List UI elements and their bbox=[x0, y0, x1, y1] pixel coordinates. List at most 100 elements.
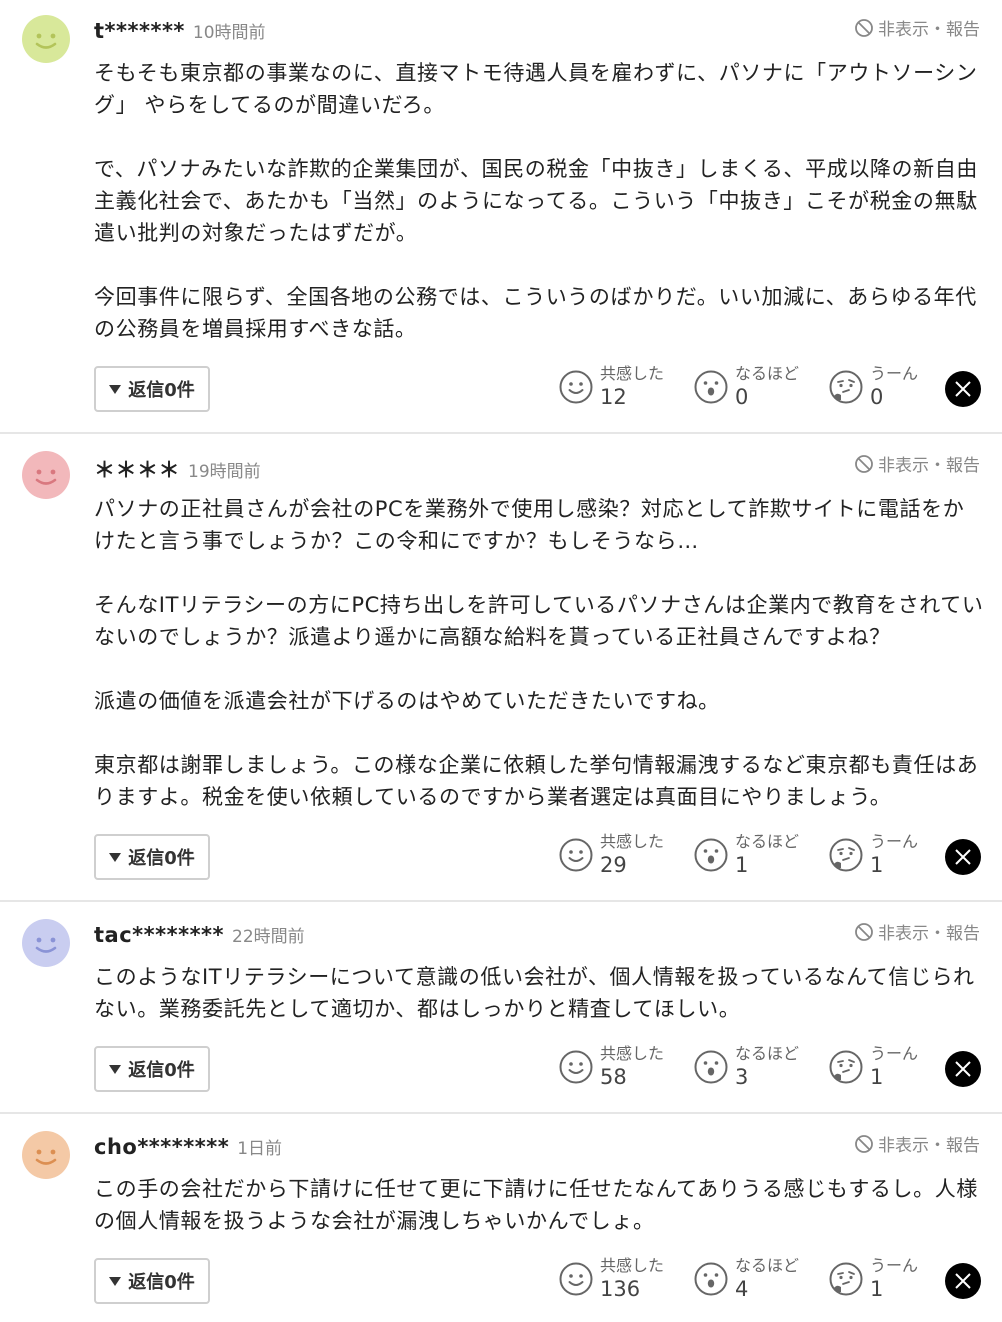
comment-paragraph: このようなITリテラシーについて意識の低い会社が、個人情報を扱っているなんて信じ… bbox=[94, 965, 975, 1021]
reaction-label: うーん bbox=[870, 1044, 919, 1063]
reaction-count: 29 bbox=[600, 853, 627, 877]
reaction-count: 0 bbox=[735, 385, 749, 409]
comment-paragraph: そもそも東京都の事業なのに、直接マトモ待遇人員を雇わずに、パソナに「アウトソーシ… bbox=[94, 61, 978, 117]
reply-toggle-button[interactable]: 返信0件 bbox=[94, 1046, 210, 1092]
comment-paragraph: この手の会社だから下請けに任せて更に下請けに任せたなんてありうる感じもするし。人… bbox=[94, 1177, 978, 1233]
comment-paragraph: パソナの正社員さんが会社のPCを業務外で使用し感染？対応として詐欺サイトに電話を… bbox=[94, 497, 965, 553]
reply-count-label: 返信0件 bbox=[128, 1272, 195, 1293]
reaction-doubt-button[interactable]: うーん 0 bbox=[828, 364, 963, 410]
reaction-count: 3 bbox=[735, 1065, 749, 1089]
x-logo-icon bbox=[955, 1061, 971, 1077]
reaction-empathy-button[interactable]: 共感した 58 bbox=[558, 1044, 693, 1090]
reaction-label: うーん bbox=[870, 1256, 919, 1275]
reaction-doubt-button[interactable]: うーん 1 bbox=[828, 832, 963, 878]
reaction-doubt-button[interactable]: うーん 1 bbox=[828, 1044, 963, 1090]
reaction-count: 58 bbox=[600, 1065, 627, 1089]
reply-toggle-button[interactable]: 返信0件 bbox=[94, 834, 210, 880]
x-logo-icon bbox=[955, 1273, 971, 1289]
comment-paragraph: 派遣の価値を派遣会社が下げるのはやめていただきたいですね。 bbox=[94, 689, 720, 713]
comment-item: cho******** 1日前 非表示・報告 この手の会社だから下請けに任せて更… bbox=[0, 1114, 1002, 1322]
reaction-count: 4 bbox=[735, 1277, 749, 1301]
reaction-empathy-button[interactable]: 共感した 29 bbox=[558, 832, 693, 878]
comment-body: パソナの正社員さんが会社のPCを業務外で使用し感染？対応として詐欺サイトに電話を… bbox=[94, 493, 984, 813]
reply-toggle-button[interactable]: 返信0件 bbox=[94, 366, 210, 412]
caret-down-icon bbox=[109, 1276, 122, 1286]
smile-icon bbox=[559, 370, 593, 404]
caret-down-icon bbox=[109, 1064, 122, 1074]
reaction-bar: 共感した 12 なるほど 0 うーん 0 bbox=[558, 364, 963, 410]
avatar bbox=[22, 919, 70, 967]
reply-count-label: 返信0件 bbox=[128, 1060, 195, 1081]
caret-down-icon bbox=[109, 384, 122, 394]
reaction-empathy-button[interactable]: 共感した 136 bbox=[558, 1256, 693, 1302]
caret-down-icon bbox=[109, 852, 122, 862]
x-logo-icon bbox=[955, 849, 971, 865]
share-x-button[interactable] bbox=[945, 1263, 981, 1299]
surprised-icon bbox=[694, 1262, 728, 1296]
surprised-icon bbox=[694, 838, 728, 872]
reaction-insight-button[interactable]: なるほど 0 bbox=[693, 364, 828, 410]
reaction-label: 共感した bbox=[600, 364, 665, 383]
reaction-doubt-button[interactable]: うーん 1 bbox=[828, 1256, 963, 1302]
comment-item: tac******** 22時間前 非表示・報告 このようなITリテラシーについ… bbox=[0, 902, 1002, 1114]
timestamp: 22時間前 bbox=[232, 927, 305, 947]
avatar bbox=[22, 451, 70, 499]
reaction-label: なるほど bbox=[735, 364, 800, 383]
reaction-empathy-button[interactable]: 共感した 12 bbox=[558, 364, 693, 410]
thinking-icon bbox=[829, 370, 863, 404]
comment-body: このようなITリテラシーについて意識の低い会社が、個人情報を扱っているなんて信じ… bbox=[94, 961, 984, 1025]
comment-paragraph: そんなITリテラシーの方にPC持ち出しを許可しているパソナさんは企業内で教育をさ… bbox=[94, 593, 984, 649]
hide-report-label: 非表示・報告 bbox=[878, 924, 980, 944]
reaction-label: 共感した bbox=[600, 832, 665, 851]
reaction-insight-button[interactable]: なるほど 4 bbox=[693, 1256, 828, 1302]
reaction-bar: 共感した 29 なるほど 1 うーん 1 bbox=[558, 832, 963, 878]
comment-body: そもそも東京都の事業なのに、直接マトモ待遇人員を雇わずに、パソナに「アウトソーシ… bbox=[94, 57, 984, 345]
comment-paragraph: 今回事件に限らず、全国各地の公務では、こういうのばかりだ。いい加減に、あらゆる年… bbox=[94, 285, 977, 341]
share-x-button[interactable] bbox=[945, 371, 981, 407]
hide-report-link[interactable]: 非表示・報告 bbox=[854, 451, 980, 476]
comment-meta: ＊＊＊＊ 19時間前 bbox=[94, 454, 261, 484]
timestamp: 1日前 bbox=[237, 1139, 283, 1159]
comment-meta: t******* 10時間前 bbox=[94, 18, 266, 43]
share-x-button[interactable] bbox=[945, 1051, 981, 1087]
reaction-count: 1 bbox=[870, 853, 884, 877]
hide-report-label: 非表示・報告 bbox=[878, 1136, 980, 1156]
avatar bbox=[22, 1131, 70, 1179]
block-icon bbox=[855, 18, 873, 37]
comment-meta: cho******** 1日前 bbox=[94, 1134, 282, 1159]
hide-report-label: 非表示・報告 bbox=[878, 20, 980, 40]
timestamp: 19時間前 bbox=[188, 462, 261, 482]
comment-body: この手の会社だから下請けに任せて更に下請けに任せたなんてありうる感じもするし。人… bbox=[94, 1173, 984, 1237]
comment-meta: tac******** 22時間前 bbox=[94, 922, 305, 947]
reaction-label: なるほど bbox=[735, 1044, 800, 1063]
x-logo-icon bbox=[955, 381, 971, 397]
hide-report-link[interactable]: 非表示・報告 bbox=[854, 919, 980, 944]
reaction-label: なるほど bbox=[735, 832, 800, 851]
username[interactable]: cho******** bbox=[94, 1135, 229, 1159]
reaction-insight-button[interactable]: なるほど 1 bbox=[693, 832, 828, 878]
reaction-count: 1 bbox=[870, 1065, 884, 1089]
reaction-count: 0 bbox=[870, 385, 884, 409]
reaction-bar: 共感した 58 なるほど 3 うーん 1 bbox=[558, 1044, 963, 1090]
reply-count-label: 返信0件 bbox=[128, 848, 195, 869]
share-x-button[interactable] bbox=[945, 839, 981, 875]
smile-icon bbox=[559, 1050, 593, 1084]
reaction-bar: 共感した 136 なるほど 4 うーん 1 bbox=[558, 1256, 963, 1302]
hide-report-link[interactable]: 非表示・報告 bbox=[854, 1131, 980, 1156]
smile-icon bbox=[559, 1262, 593, 1296]
hide-report-link[interactable]: 非表示・報告 bbox=[854, 15, 980, 40]
username[interactable]: t******* bbox=[94, 19, 185, 43]
reply-toggle-button[interactable]: 返信0件 bbox=[94, 1258, 210, 1304]
reaction-label: 共感した bbox=[600, 1044, 665, 1063]
thinking-icon bbox=[829, 1050, 863, 1084]
username[interactable]: tac******** bbox=[94, 923, 224, 947]
thinking-icon bbox=[829, 838, 863, 872]
timestamp: 10時間前 bbox=[192, 23, 266, 43]
reaction-insight-button[interactable]: なるほど 3 bbox=[693, 1044, 828, 1090]
smile-icon bbox=[559, 838, 593, 872]
surprised-icon bbox=[694, 370, 728, 404]
reaction-label: なるほど bbox=[735, 1256, 800, 1275]
block-icon bbox=[855, 922, 873, 941]
username[interactable]: ＊＊＊＊ bbox=[94, 454, 180, 484]
hide-report-label: 非表示・報告 bbox=[878, 456, 980, 476]
